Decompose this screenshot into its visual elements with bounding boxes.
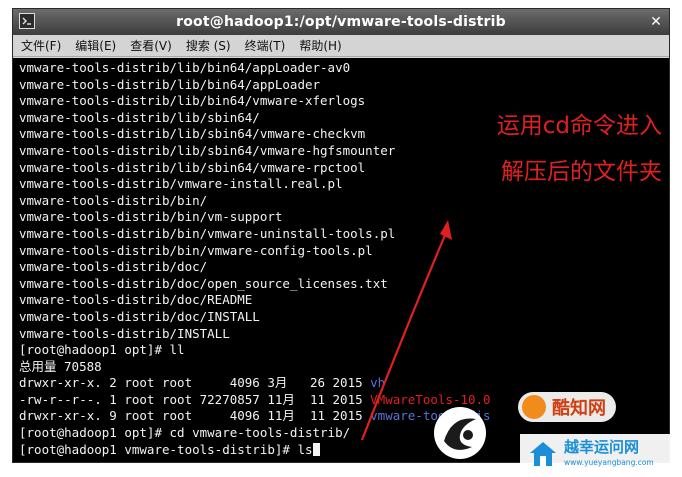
menu-search[interactable]: 搜索 (S): [186, 37, 231, 54]
menu-help[interactable]: 帮助(H): [299, 37, 341, 54]
terminal-line: vmware-tools-distrib/bin/vmware-uninstal…: [19, 225, 396, 241]
menu-bar: 文件(F) 编辑(E) 查看(V) 搜索 (S) 终端(T) 帮助(H): [13, 35, 669, 57]
terminal-line: vmware-tools-distrib/lib/bin64/appLoader…: [19, 60, 351, 75]
terminal-line: vmware-tools-distrib/bin/: [19, 192, 208, 208]
watermark-site-name: 越幸运问网: [564, 438, 640, 456]
menu-view[interactable]: 查看(V): [130, 37, 172, 54]
terminal-line: [root@hadoop1 opt]# ll: [19, 342, 185, 358]
close-icon[interactable]: ✕: [647, 13, 665, 31]
prompt-text: [root@hadoop1 vmware-tools-distrib]# ls: [19, 441, 313, 457]
menu-file[interactable]: 文件(F): [21, 37, 61, 54]
terminal-app-icon[interactable]: [19, 13, 35, 29]
menu-edit[interactable]: 编辑(E): [75, 37, 116, 54]
terminal-line: vmware-tools-distrib/doc/: [19, 259, 208, 275]
watermark-badge: 酷知网: [518, 392, 616, 422]
watermark-site-url: www.yueyangbang.com: [564, 458, 654, 467]
listing-meta: drwxr-xr-x. 2 root root 4096 3月 26 2015: [19, 375, 371, 391]
watermark-logo-icon: [434, 407, 486, 459]
title-bar[interactable]: root@hadoop1:/opt/vmware-tools-distrib ✕: [13, 9, 669, 35]
listing-row: drwxr-xr-x. 2 root root 4096 3月 26 2015 …: [19, 375, 669, 392]
terminal-line: vmware-tools-distrib/bin/vmware-config-t…: [19, 242, 373, 258]
terminal-line: vmware-tools-distrib/bin/vm-support: [19, 209, 283, 225]
watermark-site: 越幸运问网 www.yueyangbang.com: [520, 434, 680, 474]
menu-terminal[interactable]: 终端(T): [245, 37, 286, 54]
terminal-line: vmware-tools-distrib/doc/INSTALL: [19, 308, 260, 324]
terminal-line: vmware-tools-distrib/doc/open_source_lic…: [19, 275, 388, 291]
watermark-badge-text: 酷知网: [552, 398, 606, 419]
terminal-line: 总用量 70588: [19, 358, 102, 374]
annotation-line-1: 运用cd命令进入: [496, 113, 662, 139]
badge-logo-icon: [522, 395, 546, 419]
text-cursor: [312, 442, 320, 456]
listing-meta: drwxr-xr-x. 9 root root 4096 11月 11 2015: [19, 408, 371, 424]
listing-meta: -rw-r--r--. 1 root root 72270857 11月 11 …: [19, 391, 371, 407]
window-title: root@hadoop1:/opt/vmware-tools-distrib: [176, 14, 506, 30]
terminal-line: vmware-tools-distrib/INSTALL: [19, 325, 230, 341]
terminal-line: vmware-tools-distrib/doc/README: [19, 292, 253, 308]
listing-name: vh: [370, 375, 386, 391]
annotation-line-2: 解压后的文件夹: [501, 159, 662, 185]
house-icon: [530, 442, 556, 466]
terminal-line: vmware-tools-distrib/lib/bin64/appLoader: [19, 76, 321, 92]
